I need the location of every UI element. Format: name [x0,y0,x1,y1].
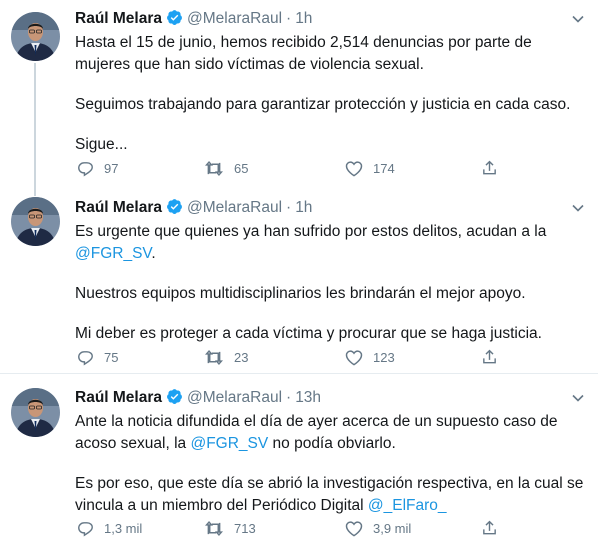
avatar[interactable] [11,388,60,437]
text-fragment: acoso sexual, la [75,435,191,452]
tweet[interactable]: Raúl Melara @MelaraRaul · 13h Ante la notic… [0,374,598,549]
thread-line [34,184,36,196]
retweet-count: 713 [234,520,256,536]
reply-count: 97 [104,160,119,176]
separator-dot: · [286,10,292,27]
like-button[interactable]: 174 [345,157,395,179]
retweet-icon [205,520,223,536]
text-fragment: no podía obviarlo. [268,435,396,452]
heart-icon [345,520,363,536]
chevron-down-icon[interactable] [571,391,585,405]
tweet-line: mujeres que han sido víctimas de violenc… [75,56,424,73]
tweet-line: Hasta el 15 de junio, hemos recibido 2,5… [75,34,532,51]
tweet-header: Raúl Melara @MelaraRaul · 1h [75,197,312,219]
tweet-header: Raúl Melara @MelaraRaul · 1h [75,8,312,30]
tweet-text: Es urgente que quienes ya han sufrido po… [75,221,585,345]
reply-icon [78,161,93,177]
like-count: 3,9 mil [373,520,412,536]
chevron-down-icon[interactable] [571,201,585,215]
like-button[interactable]: 123 [345,346,395,368]
author-name[interactable]: Raúl Melara [75,10,162,27]
tweet-text: Ante la noticia difundida el día de ayer… [75,411,585,517]
reply-icon [78,521,93,537]
reply-count: 75 [104,349,119,365]
timestamp[interactable]: 1h [295,10,312,27]
author-name[interactable]: Raúl Melara [75,199,162,216]
heart-icon [345,349,363,365]
separator-dot: · [286,389,292,406]
tweet-line: Seguimos trabajando para garantizar prot… [75,96,571,113]
retweet-icon [205,349,223,365]
avatar[interactable] [11,197,60,246]
retweet-button[interactable]: 23 [204,346,248,368]
tweet-line: vincula a un miembro del Periódico Digit… [75,495,585,517]
retweet-icon [205,160,223,176]
tweet[interactable]: Raúl Melara @MelaraRaul · 1h Hasta el 15 de… [0,0,598,184]
reply-count: 1,3 mil [104,520,143,536]
share-icon [483,520,496,535]
share-icon [483,349,496,364]
retweet-button[interactable]: 713 [204,517,256,539]
action-bar: 1,3 mil 713 3,9 mil [0,517,598,539]
heart-icon [345,160,363,176]
like-count: 174 [373,160,395,176]
timestamp[interactable]: 13h [295,389,321,406]
author-handle[interactable]: @MelaraRaul [187,389,282,406]
retweet-count: 65 [234,160,249,176]
timestamp[interactable]: 1h [295,199,312,216]
mention-link[interactable]: @_ElFaro_ [368,497,447,514]
tweet-line: Es por eso, que este día se abrió la inv… [75,475,584,492]
retweet-button[interactable]: 65 [204,157,248,179]
retweet-count: 23 [234,349,249,365]
avatar[interactable] [11,12,60,61]
author-handle[interactable]: @MelaraRaul [187,10,282,27]
separator-dot: · [286,199,292,216]
reply-button[interactable]: 75 [77,346,118,368]
share-button[interactable] [481,346,508,368]
text-fragment: vincula a un miembro del Periódico Digit… [75,497,368,514]
reply-icon [78,350,93,366]
tweet-line: Ante la noticia difundida el día de ayer… [75,413,558,430]
mention-link[interactable]: @FGR_SV [75,245,151,262]
tweet[interactable]: Raúl Melara @MelaraRaul · 1h Es urgente que… [0,184,598,374]
action-bar: 75 23 123 [0,346,598,368]
tweet-header: Raúl Melara @MelaraRaul · 13h [75,387,321,409]
action-bar: 97 65 174 [0,157,598,179]
author-name[interactable]: Raúl Melara [75,389,162,406]
verified-badge-icon [166,198,183,222]
tweet-line: Mi deber es proteger a cada víctima y pr… [75,325,542,342]
tweet-line: Es urgente que quienes ya han sufrido po… [75,223,547,240]
share-button[interactable] [481,157,508,179]
chevron-down-icon[interactable] [571,12,585,26]
share-icon [483,160,496,175]
tweet-line: @FGR_SV. [75,243,585,265]
tweet-text: Hasta el 15 de junio, hemos recibido 2,5… [75,32,585,156]
verified-badge-icon [166,388,183,412]
author-handle[interactable]: @MelaraRaul [187,199,282,216]
tweet-line: acoso sexual, la @FGR_SV no podía obviar… [75,433,585,455]
reply-button[interactable]: 1,3 mil [77,517,142,539]
punctuation: . [151,245,156,262]
share-button[interactable] [481,517,508,539]
tweet-line: Sigue... [75,136,128,153]
verified-badge-icon [166,9,183,33]
tweet-line: Nuestros equipos multidisciplinarios les… [75,285,526,302]
reply-button[interactable]: 97 [77,157,118,179]
mention-link[interactable]: @FGR_SV [190,435,268,452]
like-count: 123 [373,349,395,365]
like-button[interactable]: 3,9 mil [345,517,411,539]
